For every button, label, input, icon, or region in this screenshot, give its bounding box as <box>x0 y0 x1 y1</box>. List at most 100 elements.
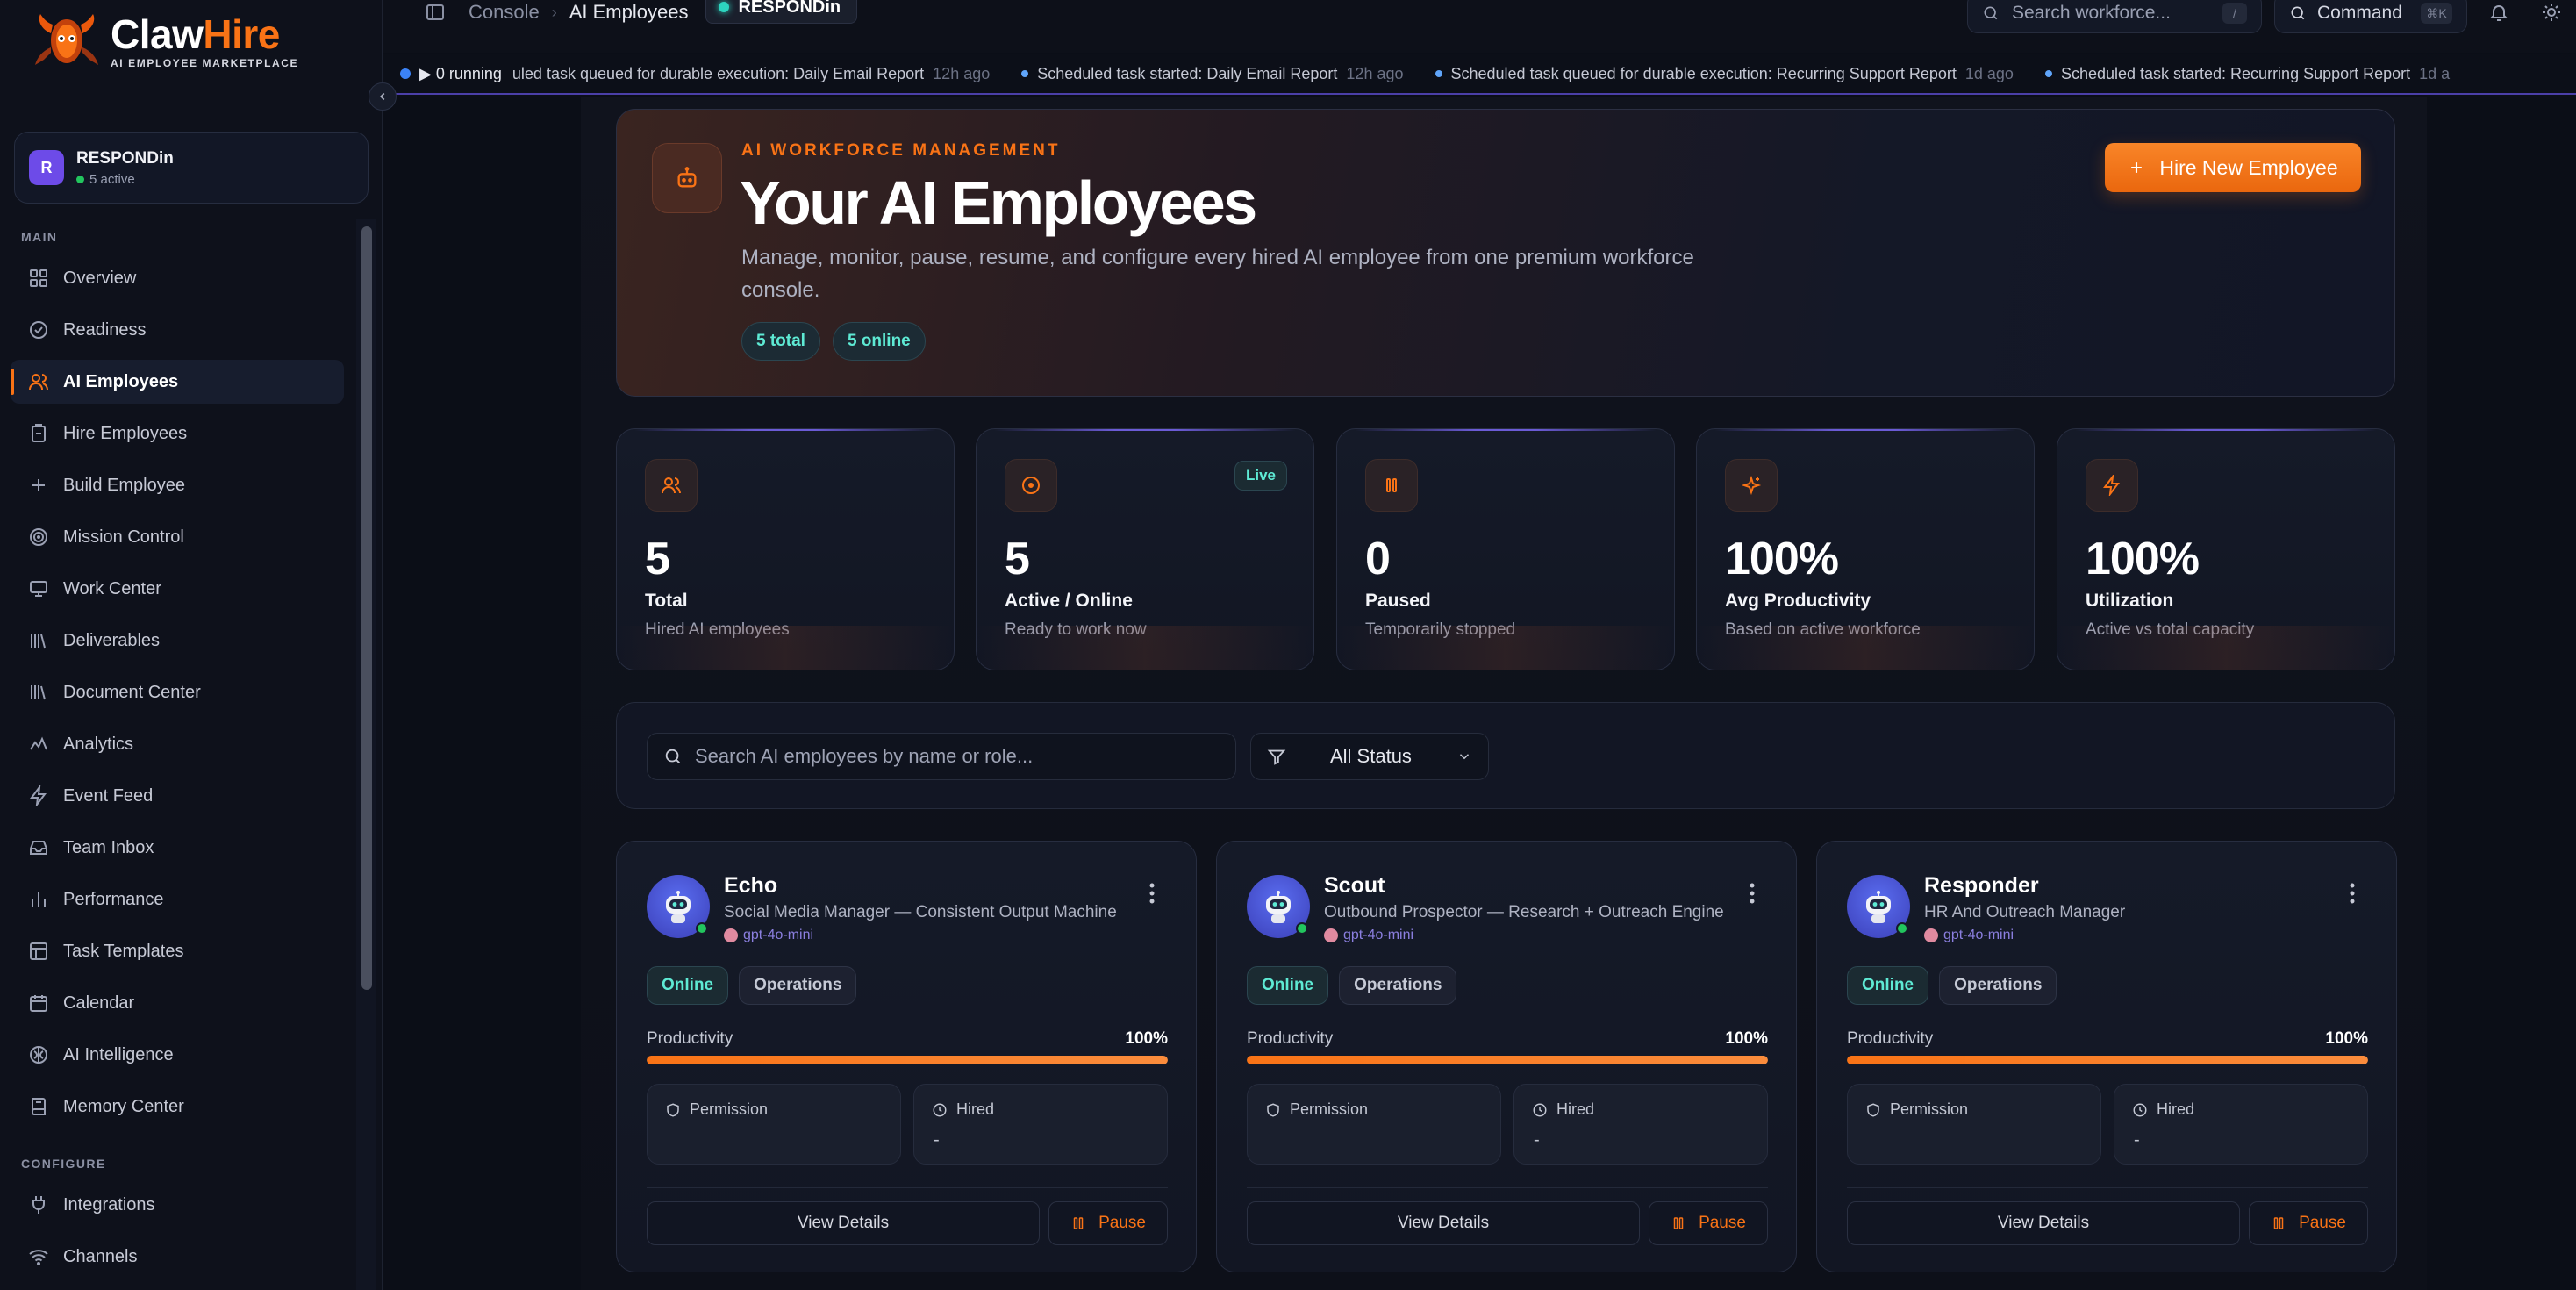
department-badge: Operations <box>1339 966 1457 1005</box>
brain-icon <box>1924 928 1938 942</box>
view-details-button[interactable]: View Details <box>1247 1201 1640 1245</box>
section-label-configure: CONFIGURE <box>21 1157 106 1171</box>
sidebar-item-label: AI Intelligence <box>63 1044 174 1064</box>
breadcrumb-console[interactable]: Console <box>469 1 540 24</box>
status-badge: Online <box>1247 966 1329 1005</box>
library-icon <box>31 634 46 649</box>
sidebar-item-label: AI Employees <box>63 371 179 391</box>
ticker-event[interactable]: Scheduled task started: Daily Email Repo… <box>1021 65 1404 83</box>
clipboard-icon <box>32 424 46 442</box>
status-dot-icon <box>400 68 411 79</box>
sidebar-item-document-center[interactable]: Document Center <box>11 670 344 714</box>
ticker-event[interactable]: Scheduled task started: Recurring Suppor… <box>2044 65 2450 83</box>
stat-subtitle: Based on active workforce <box>1725 620 1921 639</box>
sidebar-item-event-feed[interactable]: Event Feed <box>11 774 344 818</box>
sidebar-item-hire-employees[interactable]: Hire Employees <box>11 412 344 455</box>
hire-new-employee-button[interactable]: Hire New Employee <box>2105 143 2361 192</box>
sidebar-item-performance[interactable]: Performance <box>11 878 344 921</box>
sidebar-item-work-center[interactable]: Work Center <box>11 567 344 611</box>
sidebar-item-integrations[interactable]: Integrations <box>11 1183 344 1227</box>
sidebar-item-channels[interactable]: Channels <box>11 1235 344 1279</box>
employee-card[interactable]: Scout Outbound Prospector — Research + O… <box>1216 841 1797 1272</box>
sidebar: ClawHire AI EMPLOYEE MARKETPLACE R RESPO… <box>0 0 383 1290</box>
workforce-search-input[interactable]: Search workforce... / <box>1967 0 2262 33</box>
shield-icon <box>1867 1102 1879 1117</box>
sidebar-item-build-employee[interactable]: Build Employee <box>11 463 344 507</box>
page-title: Your AI Employees <box>740 168 1257 237</box>
breadcrumb-ai-employees[interactable]: AI Employees <box>569 1 689 24</box>
productivity-value: 100% <box>2325 1029 2368 1048</box>
productivity-bar <box>1247 1056 1768 1064</box>
more-options-icon[interactable] <box>2349 880 2356 907</box>
sidebar-item-memory-center[interactable]: Memory Center <box>11 1085 344 1129</box>
employee-name[interactable]: Scout <box>1324 873 1385 899</box>
bell-icon[interactable] <box>2488 2 2509 23</box>
hero-stats: 5 total 5 online <box>741 322 926 361</box>
activity-ticker: ▶ 0 running uled task queued for durable… <box>383 54 2576 95</box>
stat-subtitle: Temporarily stopped <box>1365 620 1516 639</box>
users-icon <box>645 459 698 512</box>
employee-name[interactable]: Echo <box>724 873 777 899</box>
bolt-icon <box>30 785 47 806</box>
sidebar-item-ai-employees[interactable]: AI Employees <box>11 360 344 404</box>
sidebar-item-overview[interactable]: Overview <box>11 256 344 300</box>
avatar[interactable] <box>1847 875 1910 938</box>
sidebar-item-team-inbox[interactable]: Team Inbox <box>11 826 344 870</box>
pause-button[interactable]: Pause <box>1048 1201 1168 1245</box>
command-palette-button[interactable]: Command ⌘K <box>2274 0 2467 33</box>
sidebar-item-analytics[interactable]: Analytics <box>11 722 344 766</box>
stat-label: Utilization <box>2086 591 2174 611</box>
sidebar-item-mission-control[interactable]: Mission Control <box>11 515 344 559</box>
hired-title: Hired <box>932 1100 994 1119</box>
sidebar-nav: MAIN Overview Readiness AI Employees Hir… <box>0 219 383 1290</box>
sidebar-item-task-templates[interactable]: Task Templates <box>11 929 344 973</box>
ticker-event[interactable]: Scheduled task queued for durable execut… <box>1435 65 2014 83</box>
org-switcher[interactable]: R RESPONDin 5 active <box>14 132 369 204</box>
brand-name: ClawHire <box>111 11 280 57</box>
sidebar-item-deliverables[interactable]: Deliverables <box>11 619 344 663</box>
more-options-icon[interactable] <box>1148 880 1156 907</box>
sidebar-item-readiness[interactable]: Readiness <box>11 308 344 352</box>
pause-button[interactable]: Pause <box>2249 1201 2368 1245</box>
section-label-main: MAIN <box>21 230 58 244</box>
more-options-icon[interactable] <box>1749 880 1756 907</box>
command-label: Command <box>2317 3 2402 23</box>
employee-search-input[interactable]: Search AI employees by name or role... <box>647 733 1236 780</box>
breadcrumb: Console › AI Employees RESPONDin <box>469 0 858 25</box>
hired-box: Hired - <box>913 1084 1168 1165</box>
employee-card[interactable]: Responder HR And Outreach Manager gpt-4o… <box>1816 841 2397 1272</box>
logo[interactable]: ClawHire AI EMPLOYEE MARKETPLACE <box>32 12 298 70</box>
status-dot-icon <box>719 2 730 12</box>
sidebar-item-label: Work Center <box>63 578 161 598</box>
chevron-right-icon: › <box>551 3 557 21</box>
collapse-sidebar-button[interactable] <box>369 82 397 111</box>
employee-name[interactable]: Responder <box>1924 873 2039 899</box>
search-icon <box>1984 6 1998 20</box>
sun-icon[interactable] <box>2541 2 2562 23</box>
sidebar-item-ai-intelligence[interactable]: AI Intelligence <box>11 1033 344 1077</box>
page-description: Manage, monitor, pause, resume, and conf… <box>741 246 1694 302</box>
card-divider <box>647 1187 1168 1188</box>
bot-icon <box>652 143 722 213</box>
avatar[interactable] <box>647 875 710 938</box>
view-details-button[interactable]: View Details <box>647 1201 1040 1245</box>
pause-button[interactable]: Pause <box>1649 1201 1768 1245</box>
employee-model: gpt-4o-mini <box>724 928 813 943</box>
org-badge[interactable]: RESPONDin <box>705 0 858 24</box>
sidebar-item-calendar[interactable]: Calendar <box>11 981 344 1025</box>
stat-label: Total <box>645 591 688 611</box>
ticker-event[interactable]: uled task queued for durable execution: … <box>512 65 990 83</box>
sidebar-scrollbar-thumb[interactable] <box>361 226 372 990</box>
online-indicator <box>1896 922 1908 935</box>
avatar[interactable] <box>1247 875 1310 938</box>
chevron-left-icon <box>380 92 385 101</box>
status-filter-select[interactable]: All Status <box>1250 733 1489 780</box>
panel-toggle-icon[interactable] <box>425 2 446 23</box>
employee-card[interactable]: Echo Social Media Manager — Consistent O… <box>616 841 1197 1272</box>
card-divider <box>1847 1187 2368 1188</box>
productivity-label: Productivity <box>1847 1029 1934 1048</box>
sidebar-item-label: Integrations <box>63 1194 155 1215</box>
org-avatar: R <box>29 150 64 185</box>
view-details-button[interactable]: View Details <box>1847 1201 2240 1245</box>
ticker-events: uled task queued for durable execution: … <box>512 65 2481 83</box>
